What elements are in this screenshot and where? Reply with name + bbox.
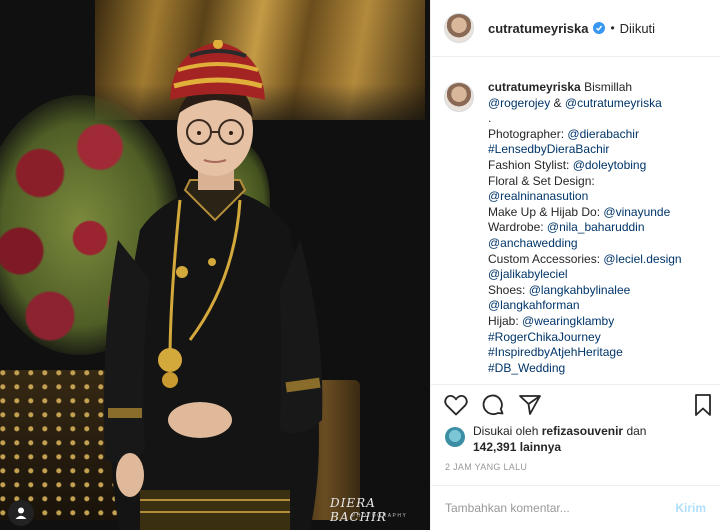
bookmark-icon: [695, 393, 711, 416]
caption-line: Photographer: @dierabachir: [488, 127, 682, 143]
hashtag-link[interactable]: #RogerChikaJourney: [488, 330, 601, 344]
separator-dot: •: [610, 21, 615, 35]
share-button[interactable]: [517, 392, 543, 418]
caption-author-avatar[interactable]: [444, 82, 474, 112]
caption-line: Floral & Set Design:: [488, 174, 682, 190]
caption-line: #LensedbyDieraBachir: [488, 142, 682, 158]
caption-line: Custom Accessories: @leciel.design: [488, 252, 682, 268]
caption-line: #InspiredbyAtjehHeritage: [488, 345, 682, 361]
author-avatar[interactable]: [444, 13, 474, 43]
comment-icon: [482, 394, 504, 415]
likes-prefix: Disukai oleh: [473, 424, 539, 438]
mention-link[interactable]: @dierabachir: [567, 127, 639, 141]
likes-text: Disukai oleh refizasouvenir dan 142,391 …: [473, 423, 646, 455]
caption-scroll-area[interactable]: cutratumeyriska Bismillah @rogerojey & @c…: [444, 72, 714, 377]
verified-badge-icon: [593, 22, 606, 34]
caption-line: @langkahforman: [488, 298, 682, 314]
post-header: cutratumeyriska • Diikuti: [431, 0, 720, 57]
mention-link[interactable]: @doleytobing: [573, 158, 647, 172]
mention-link[interactable]: @jalikabyleciel: [488, 267, 568, 281]
caption-text-fragment: Fashion Stylist:: [488, 157, 573, 172]
liker-username[interactable]: refizasouvenir: [542, 424, 623, 438]
caption-line: Fashion Stylist: @doleytobing: [488, 158, 682, 174]
post-comment-button[interactable]: Kirim: [675, 501, 706, 515]
comment-box: Kirim: [431, 485, 720, 530]
comment-input[interactable]: [445, 501, 676, 515]
post-photo[interactable]: DIERA BACHIR PHOTOGRAPHY: [0, 0, 430, 530]
caption-text-fragment: Shoes:: [488, 282, 529, 297]
caption-text-fragment: Make Up & Hijab Do:: [488, 204, 604, 219]
post-side-panel: cutratumeyriska • Diikuti cutratumeyrisk…: [430, 0, 720, 530]
caption-text-fragment: Wardrobe:: [488, 220, 547, 235]
mention-link[interactable]: @langkahbylinalee: [529, 283, 631, 297]
mention-link[interactable]: @cutratumeyriska: [565, 96, 662, 110]
caption-text-fragment: Hijab:: [488, 313, 523, 328]
groom-figure: [103, 40, 323, 530]
share-icon: [519, 394, 541, 415]
caption-text-fragment: Bismillah: [584, 80, 633, 94]
mention-link[interactable]: @leciel.design: [603, 252, 681, 266]
likes-suffix[interactable]: lainnya: [520, 440, 561, 454]
caption-line: .: [488, 111, 682, 127]
caption-text-fragment: .: [488, 111, 492, 126]
save-button[interactable]: [690, 392, 716, 418]
caption-line: cutratumeyriska Bismillah: [488, 80, 682, 96]
mention-link[interactable]: @anchawedding: [488, 236, 578, 250]
mention-link[interactable]: @wearingklamby: [522, 314, 614, 328]
caption-text-fragment: Photographer:: [488, 126, 568, 141]
action-bar: [431, 384, 720, 424]
author-username[interactable]: cutratumeyriska: [488, 21, 588, 36]
liker-avatar[interactable]: [445, 427, 465, 447]
caption-line: Hijab: @wearingklamby: [488, 314, 682, 330]
likes-conj: dan: [626, 424, 647, 438]
heart-icon: [444, 394, 468, 415]
caption-line: Make Up & Hijab Do: @vinayunde: [488, 205, 682, 221]
likes-summary: Disukai oleh refizasouvenir dan 142,391 …: [445, 423, 706, 455]
caption-line: @anchawedding: [488, 236, 682, 252]
caption-text-fragment: &: [550, 95, 565, 110]
caption-line: @jalikabyleciel: [488, 267, 682, 283]
photographer-watermark-sub: PHOTOGRAPHY: [352, 513, 408, 519]
photographer-watermark: DIERA BACHIR: [330, 496, 387, 524]
likes-count[interactable]: 142,391: [473, 440, 516, 454]
caption-text-fragment: Custom Accessories:: [488, 251, 604, 266]
hashtag-link[interactable]: #LensedbyDieraBachir: [488, 142, 609, 156]
mention-link[interactable]: @nila_baharuddin: [547, 220, 645, 234]
caption-line: @rogerojey & @cutratumeyriska: [488, 96, 682, 112]
profile-tag-icon: [15, 507, 27, 519]
caption-line: Shoes: @langkahbylinalee: [488, 283, 682, 299]
post-timestamp[interactable]: 2 JAM YANG LALU: [445, 462, 527, 472]
like-button[interactable]: [443, 392, 469, 418]
caption-text-fragment: Floral & Set Design:: [488, 173, 595, 188]
mention-link[interactable]: @vinayunde: [603, 205, 670, 219]
caption-line: #RogerChikaJourney: [488, 330, 682, 346]
mention-link[interactable]: @langkahforman: [488, 298, 580, 312]
follow-status-button[interactable]: Diikuti: [620, 21, 655, 36]
user-icon[interactable]: [8, 500, 34, 526]
comment-button[interactable]: [480, 392, 506, 418]
caption-line: Wardrobe: @nila_baharuddin: [488, 220, 682, 236]
caption-text: cutratumeyriska Bismillah @rogerojey & @c…: [488, 72, 682, 377]
mention-link[interactable]: @realninanasution: [488, 189, 588, 203]
hashtag-link[interactable]: #DB_Wedding: [488, 361, 565, 375]
caption-line: #DB_Wedding: [488, 361, 682, 377]
caption-username[interactable]: cutratumeyriska: [488, 80, 581, 94]
caption-line: @realninanasution: [488, 189, 682, 205]
mention-link[interactable]: @rogerojey: [488, 96, 550, 110]
hashtag-link[interactable]: #InspiredbyAtjehHeritage: [488, 345, 623, 359]
